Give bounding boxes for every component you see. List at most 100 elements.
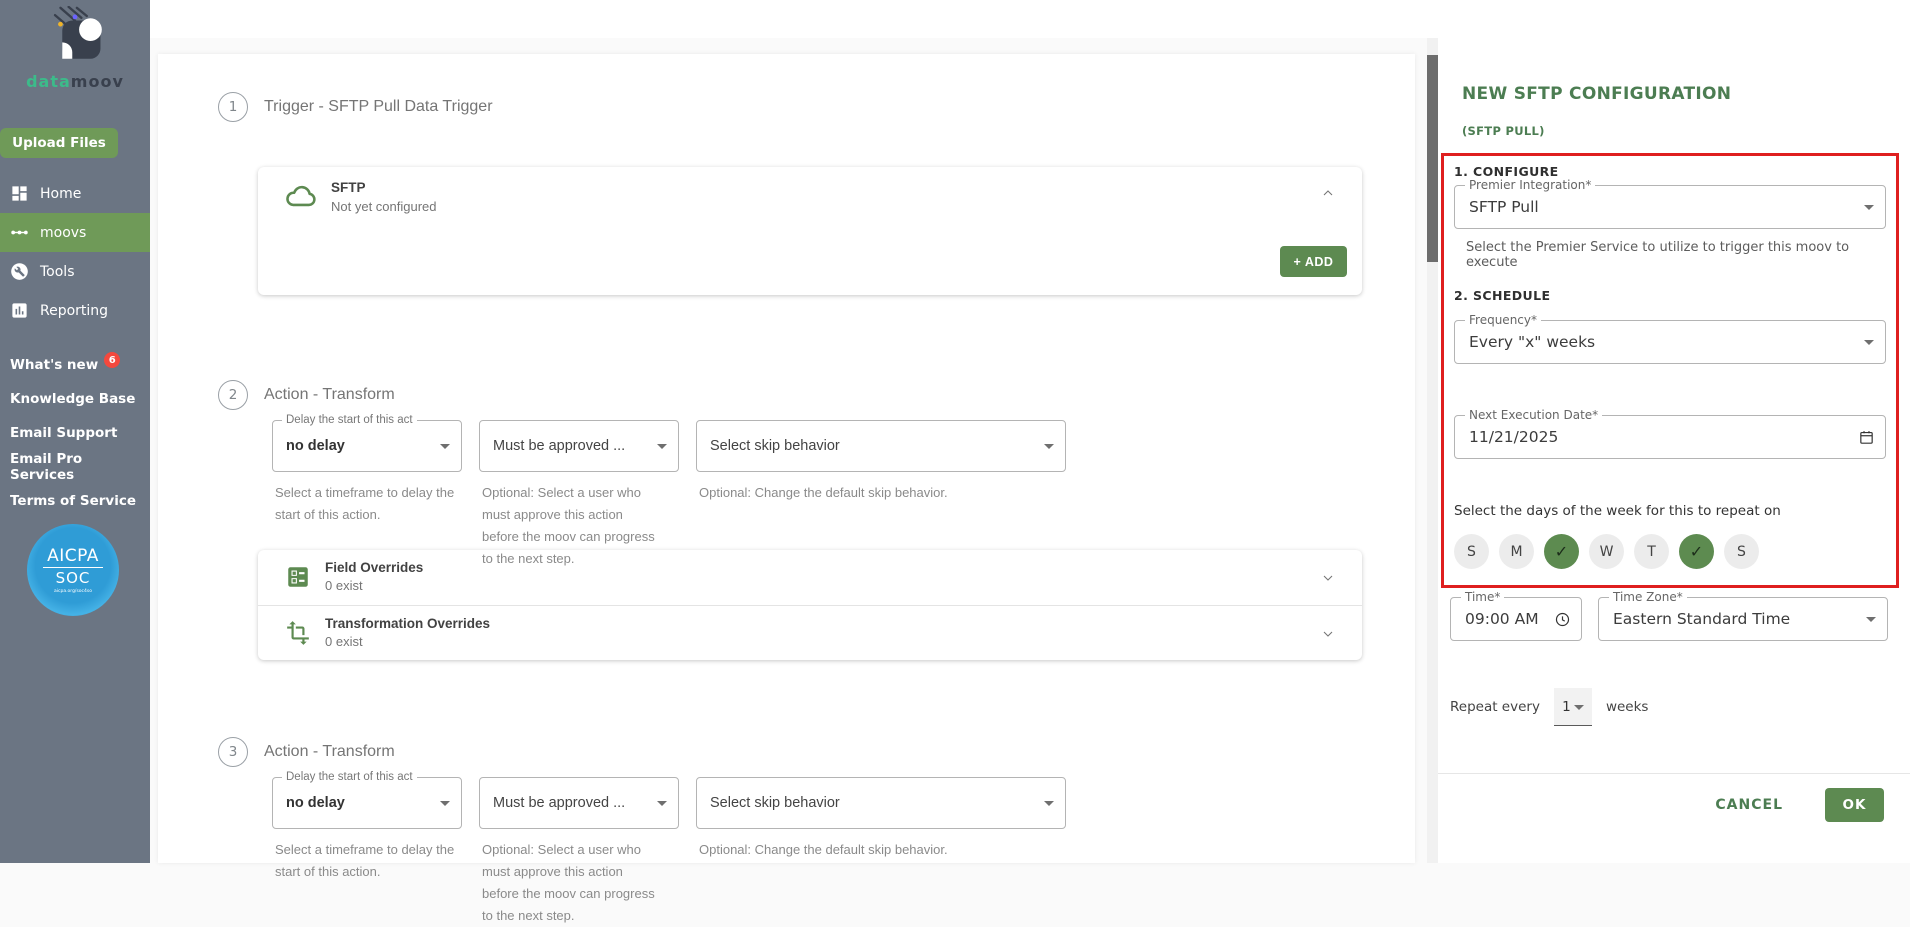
datamoov-logo-icon	[53, 5, 102, 59]
step-1-number: 1	[218, 92, 248, 122]
cloud-icon	[286, 185, 316, 207]
sidebar-item-tools[interactable]: Tools	[0, 252, 150, 291]
field-overrides-row[interactable]: Field Overrides 0 exist	[258, 550, 1362, 605]
vertical-scrollbar[interactable]	[1427, 38, 1438, 863]
step-2-header: 2 Action - Transform	[158, 380, 1415, 410]
day-chip-wednesday[interactable]: W	[1589, 534, 1624, 569]
skip-behavior-helper: Optional: Change the default skip behavi…	[699, 842, 948, 857]
repeat-prefix: Repeat every	[1450, 699, 1540, 715]
app-logo: datamoov	[0, 5, 150, 91]
cancel-button[interactable]: CANCEL	[1715, 797, 1783, 813]
approver-select[interactable]: Must be approved ...	[479, 420, 679, 472]
scrollbar-thumb[interactable]	[1427, 55, 1438, 262]
sidebar-item-moovs[interactable]: moovs	[0, 213, 150, 252]
caret-down-icon	[440, 801, 450, 806]
aicpa-soc-seal: AICPA SOC aicpa.org/soc4so	[27, 524, 119, 616]
calendar-icon[interactable]	[1858, 429, 1875, 446]
day-chip-friday-selected[interactable]: ✓	[1679, 534, 1714, 569]
caret-down-icon	[1864, 340, 1874, 345]
sftp-card-title: SFTP	[331, 180, 366, 195]
step-2-title: Action - Transform	[264, 386, 395, 403]
delay-helper: Select a timeframe to delay the start of…	[275, 842, 455, 879]
step-2-number: 2	[218, 380, 248, 410]
repeat-row: Repeat every 1 weeks	[1450, 688, 1648, 726]
wordmark: datamoov	[26, 72, 124, 91]
link-email-pro-services[interactable]: Email Pro Services	[0, 450, 150, 484]
sidebar: datamoov Upload Files Home moovs Tools R…	[0, 0, 150, 863]
sftp-configuration-panel: NEW SFTP CONFIGURATION (SFTP PULL) 1. CO…	[1438, 0, 1910, 863]
approver-select[interactable]: Must be approved ...	[479, 777, 679, 829]
skip-behavior-helper: Optional: Change the default skip behavi…	[699, 485, 948, 500]
premier-integration-helper: Select the Premier Service to utilize to…	[1466, 240, 1850, 270]
sidebar-links: What's new 6 Knowledge Base Email Suppor…	[0, 348, 150, 518]
approver-helper: Optional: Select a user who must approve…	[482, 842, 655, 923]
footer-divider	[1438, 773, 1910, 774]
panel-title: NEW SFTP CONFIGURATION	[1462, 84, 1732, 104]
day-chip-saturday[interactable]: S	[1724, 534, 1759, 569]
caret-down-icon	[657, 801, 667, 806]
sidebar-item-reporting[interactable]: Reporting	[0, 291, 150, 330]
upload-files-button[interactable]: Upload Files	[0, 128, 118, 158]
step-3-number: 3	[218, 737, 248, 767]
step-2-fields: Delay the start of this act no delay Sel…	[272, 414, 1415, 566]
caret-down-icon	[1044, 444, 1054, 449]
caret-down-icon	[1864, 205, 1874, 210]
moovs-dots-icon	[11, 230, 28, 235]
chevron-down-icon[interactable]	[1320, 626, 1336, 642]
step-3-header: 3 Action - Transform	[158, 737, 1415, 767]
timezone-select[interactable]: Time Zone* Eastern Standard Time	[1598, 590, 1888, 641]
schedule-heading: 2. SCHEDULE	[1454, 288, 1551, 303]
link-knowledge-base[interactable]: Knowledge Base	[0, 382, 150, 416]
skip-behavior-select[interactable]: Select skip behavior	[696, 777, 1066, 829]
highlighted-region: 1. CONFIGURE Premier Integration* SFTP P…	[1441, 153, 1899, 588]
delay-select[interactable]: Delay the start of this act no delay	[272, 414, 462, 472]
day-chips: S M ✓ W T ✓ S	[1454, 534, 1759, 569]
field-overrides-list-icon	[288, 567, 308, 587]
step-3-title: Action - Transform	[264, 743, 395, 760]
caret-down-icon	[440, 444, 450, 449]
premier-integration-select[interactable]: Premier Integration* SFTP Pull	[1454, 178, 1886, 229]
chevron-down-icon[interactable]	[1320, 570, 1336, 586]
step-3-fields: Delay the start of this act no delay Sel…	[272, 771, 1415, 923]
link-terms-of-service[interactable]: Terms of Service	[0, 484, 150, 518]
sftp-trigger-card: SFTP Not yet configured + ADD	[258, 167, 1362, 295]
sidebar-nav: Home moovs Tools Reporting	[0, 174, 150, 330]
link-email-support[interactable]: Email Support	[0, 416, 150, 450]
caret-down-icon	[1866, 617, 1876, 622]
caret-down-icon	[657, 444, 667, 449]
delay-select[interactable]: Delay the start of this act no delay	[272, 771, 462, 829]
ok-button[interactable]: OK	[1825, 788, 1884, 822]
time-input[interactable]: Time* 09:00 AM	[1450, 590, 1582, 641]
step-1-header: 1 Trigger - SFTP Pull Data Trigger	[158, 92, 1415, 122]
caret-down-icon	[1573, 705, 1584, 710]
moov-editor-card: 1 Trigger - SFTP Pull Data Trigger SFTP …	[158, 54, 1415, 923]
main-content: 1 Trigger - SFTP Pull Data Trigger SFTP …	[150, 38, 1427, 923]
clock-icon[interactable]	[1554, 611, 1571, 628]
next-execution-date-input[interactable]: Next Execution Date* 11/21/2025	[1454, 408, 1886, 459]
panel-subtitle: (SFTP PULL)	[1462, 124, 1545, 138]
day-chip-thursday[interactable]: T	[1634, 534, 1669, 569]
sftp-card-status: Not yet configured	[331, 199, 437, 214]
day-chip-sunday[interactable]: S	[1454, 534, 1489, 569]
frequency-select[interactable]: Frequency* Every "x" weeks	[1454, 313, 1886, 364]
transformation-overrides-icon	[287, 621, 309, 645]
link-whats-new[interactable]: What's new 6	[0, 348, 150, 382]
overrides-card: Field Overrides 0 exist Transformation O…	[258, 550, 1362, 660]
home-grid-icon	[12, 186, 27, 201]
day-chip-monday[interactable]: M	[1499, 534, 1534, 569]
chevron-up-icon[interactable]	[1320, 185, 1336, 201]
whats-new-badge: 6	[104, 352, 121, 368]
sidebar-item-home[interactable]: Home	[0, 174, 150, 213]
configure-heading: 1. CONFIGURE	[1454, 164, 1559, 179]
repeat-suffix: weeks	[1605, 699, 1649, 715]
skip-behavior-select[interactable]: Select skip behavior	[696, 420, 1066, 472]
repeat-weeks-select[interactable]: 1	[1553, 688, 1592, 726]
caret-down-icon	[1044, 801, 1054, 806]
add-sftp-button[interactable]: + ADD	[1280, 246, 1347, 277]
reporting-chart-icon	[12, 303, 27, 318]
transformation-overrides-row[interactable]: Transformation Overrides 0 exist	[258, 605, 1362, 660]
days-prompt: Select the days of the week for this to …	[1454, 503, 1781, 519]
day-chip-tuesday-selected[interactable]: ✓	[1544, 534, 1579, 569]
tools-wrench-icon	[11, 263, 28, 280]
delay-helper: Select a timeframe to delay the start of…	[275, 485, 455, 522]
